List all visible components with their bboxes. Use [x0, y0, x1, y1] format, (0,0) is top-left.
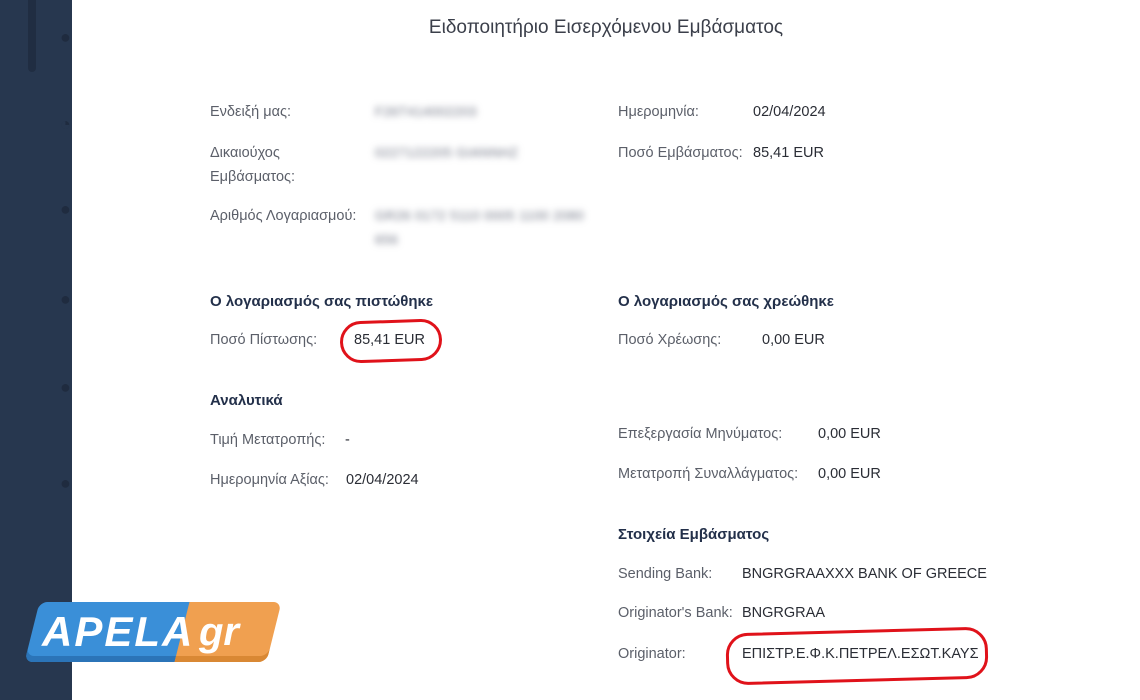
remittance-notice-dialog: Ειδοποιητήριο Εισερχόμενου Εμβάσματος Εν… — [72, 0, 1140, 700]
originator-bank-label: Originator's Bank: — [618, 605, 733, 621]
beneficiary-label-line2: Εμβάσματος: — [210, 169, 296, 185]
user-icon: ● — [60, 473, 71, 493]
processing-fee-value: 0,00 EUR — [818, 426, 881, 442]
logo-text-apela: APELA — [42, 608, 195, 655]
clock-icon: ◔ — [60, 114, 71, 134]
credited-heading: Ο λογαριασμός σας πιστώθηκε — [210, 293, 434, 310]
conversion-rate-label: Τιμή Μετατροπής: — [210, 432, 326, 448]
account-value-line2: 656 — [375, 232, 399, 247]
sidebar-active-indicator — [28, 0, 36, 72]
reference-label: Ενδειξή μας: — [210, 104, 292, 120]
apela-watermark-logo: APELA gr — [24, 602, 282, 664]
sending-bank-value: BNGRGRAAXXX BANK OF GREECE — [742, 566, 987, 582]
highlight-circle-originator — [725, 626, 989, 686]
conversion-rate-value: - — [345, 432, 350, 448]
fx-fee-label: Μετατροπή Συναλλάγματος: — [618, 466, 799, 482]
date-value: 02/04/2024 — [753, 104, 826, 120]
processing-fee-label: Επεξεργασία Μηνύματος: — [618, 426, 783, 442]
originator-label: Originator: — [618, 646, 686, 662]
user-icon: ● — [60, 199, 71, 219]
remittance-heading: Στοιχεία Εμβάσματος — [618, 526, 770, 543]
value-date-label: Ημερομηνία Αξίας: — [210, 472, 329, 488]
user-icon: ● — [60, 377, 71, 397]
beneficiary-label-line1: Δικαιούχος — [210, 145, 280, 161]
amount-label: Ποσό Εμβάσματος: — [618, 145, 743, 161]
date-label: Ημερομηνία: — [618, 104, 699, 120]
debited-heading: Ο λογαριασμός σας χρεώθηκε — [618, 293, 834, 310]
credit-amount-label: Ποσό Πίστωσης: — [210, 332, 318, 348]
user-icon: ● — [60, 27, 71, 47]
debit-amount-value: 0,00 EUR — [762, 332, 825, 348]
account-label: Αριθμός Λογαριασμού: — [210, 208, 357, 224]
originator-bank-value: BNGRGRAA — [742, 605, 825, 621]
value-date-value: 02/04/2024 — [346, 472, 419, 488]
beneficiary-value: 0227122205 GIANNHZ — [375, 145, 519, 160]
dialog-title: Ειδοποιητήριο Εισερχόμενου Εμβάσματος — [428, 17, 784, 38]
user-icon: ● — [60, 289, 71, 309]
reference-value: F26T414002203 — [375, 104, 477, 119]
account-value-line1: GR26 0172 5110 0005 1100 2080 — [375, 208, 585, 223]
amount-value: 85,41 EUR — [753, 145, 824, 161]
highlight-circle-credit — [339, 318, 443, 364]
sending-bank-label: Sending Bank: — [618, 566, 713, 582]
logo-text-gr: gr — [199, 610, 239, 654]
fx-fee-value: 0,00 EUR — [818, 466, 881, 482]
debit-amount-label: Ποσό Χρέωσης: — [618, 332, 722, 348]
background-sidebar: ● ◔ ● ● ● ● — [0, 0, 72, 700]
details-heading: Αναλυτικά — [210, 392, 283, 409]
